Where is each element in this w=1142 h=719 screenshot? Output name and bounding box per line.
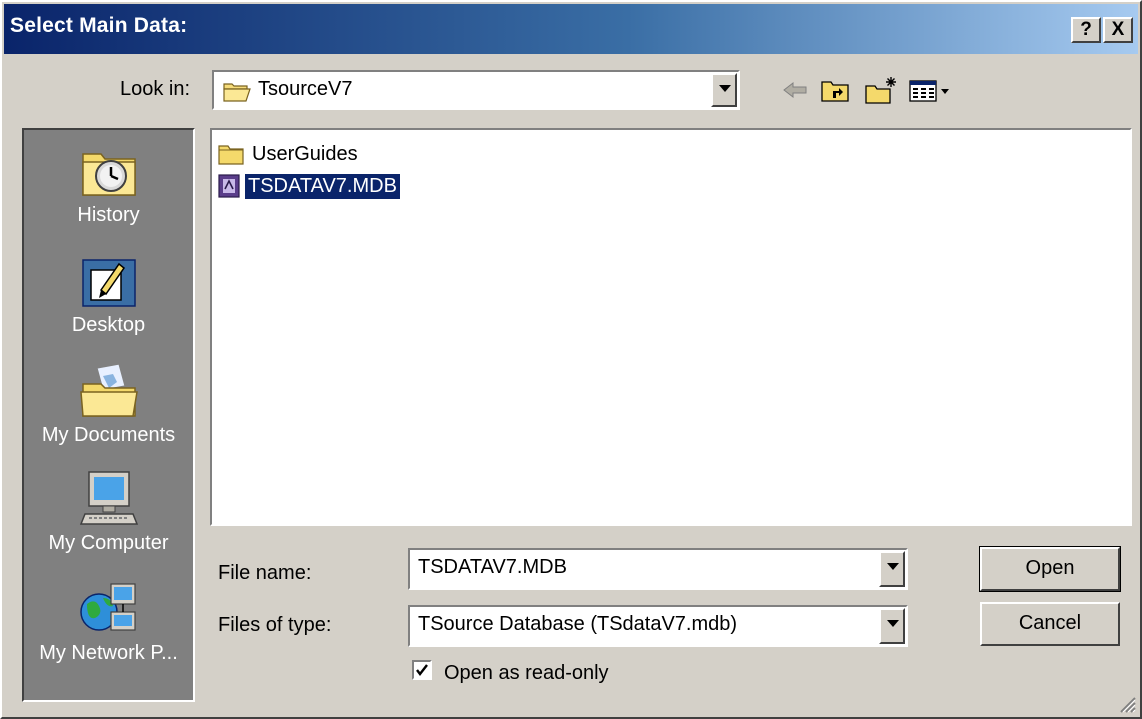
place-label: Desktop [71, 314, 146, 336]
my-documents-icon [79, 363, 138, 417]
place-my-computer[interactable]: My Computer [24, 470, 193, 555]
up-one-level-icon[interactable] [820, 74, 852, 106]
chevron-down-icon [719, 85, 731, 92]
my-network-places-icon [79, 583, 136, 631]
files-of-type-combo[interactable]: TSource Database (TSdataV7.mdb) [408, 605, 908, 647]
look-in-dropdown-button[interactable] [711, 73, 737, 107]
title-bar[interactable]: Select Main Data: ? X [4, 4, 1138, 54]
folder-open-icon [223, 83, 251, 102]
desktop-icon [81, 259, 136, 307]
place-desktop[interactable]: Desktop [24, 252, 193, 337]
file-name: UserGuides [252, 142, 358, 165]
read-only-label[interactable]: Open as read-only [444, 662, 609, 685]
window-title: Select Main Data: [10, 14, 188, 37]
place-history[interactable]: History [24, 142, 193, 227]
list-item[interactable]: UserGuides [218, 140, 361, 168]
list-item[interactable]: TSDATAV7.MDB [218, 172, 400, 200]
chevron-down-icon [887, 563, 899, 570]
file-name-combo[interactable]: TSDATAV7.MDB [408, 548, 908, 590]
close-button[interactable]: X [1103, 17, 1133, 43]
look-in-value: TsourceV7 [258, 78, 353, 100]
look-in-label: Look in: [120, 78, 191, 100]
chevron-down-icon [887, 620, 899, 627]
read-only-checkbox[interactable] [412, 660, 432, 680]
open-file-dialog: Select Main Data: ? X Look in: TsourceV7 [0, 0, 1142, 719]
back-arrow-icon[interactable] [780, 74, 810, 106]
place-my-documents[interactable]: My Documents [24, 362, 193, 447]
files-of-type-label: Files of type: [218, 614, 332, 636]
file-list[interactable]: UserGuides TSDATAV7.MDB [210, 128, 1132, 526]
file-name: TSDATAV7.MDB [245, 173, 400, 199]
database-file-icon [218, 174, 240, 198]
place-label: My Computer [48, 532, 169, 554]
place-label: My Network P... [39, 642, 178, 664]
history-icon [81, 153, 136, 196]
file-name-label: File name: [218, 562, 312, 584]
cancel-button[interactable]: Cancel [980, 602, 1120, 646]
folder-icon [218, 145, 244, 165]
checkmark-icon [416, 664, 428, 676]
look-in-combo[interactable]: TsourceV7 [212, 70, 740, 110]
files-of-type-dropdown-button[interactable] [879, 608, 905, 644]
file-name-value: TSDATAV7.MDB [418, 556, 567, 578]
new-folder-icon[interactable] [864, 74, 898, 106]
open-button[interactable]: Open [979, 546, 1121, 592]
place-label: My Documents [41, 424, 176, 446]
file-name-dropdown-button[interactable] [879, 551, 905, 587]
place-my-network-places[interactable]: My Network P... [24, 580, 193, 665]
help-button[interactable]: ? [1071, 17, 1101, 43]
places-bar: History Desktop My Documents My Computer… [22, 128, 195, 702]
view-menu-icon[interactable] [908, 74, 954, 106]
resize-grip-icon[interactable] [1116, 693, 1136, 713]
my-computer-icon [79, 471, 138, 525]
files-of-type-value: TSource Database (TSdataV7.mdb) [418, 613, 738, 635]
place-label: History [77, 204, 140, 226]
